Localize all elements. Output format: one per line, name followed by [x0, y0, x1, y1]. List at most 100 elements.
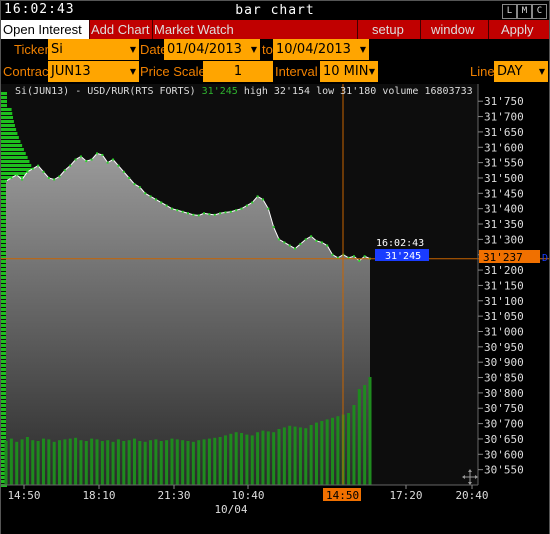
price-marker	[213, 213, 216, 216]
price-marker	[310, 235, 313, 238]
setup-button[interactable]: setup	[372, 20, 404, 39]
price-tick-label: 31'150	[484, 279, 524, 292]
volume-bar	[95, 439, 99, 485]
price-marker	[261, 198, 264, 201]
contract-select[interactable]: JUN13 ▼	[48, 61, 139, 82]
title-bar[interactable]: 16:02:43 bar chart L M C	[1, 1, 549, 20]
price-marker	[203, 212, 206, 215]
profile-bar	[1, 152, 26, 155]
profile-bar	[1, 92, 7, 95]
tab-market-watch[interactable]: Market Watch	[154, 20, 234, 39]
price-marker	[154, 198, 157, 201]
price-marker	[149, 195, 152, 198]
volume-bar	[36, 441, 40, 485]
profile-bar	[1, 148, 24, 151]
date-from-select[interactable]: 01/04/2013 ▼	[164, 39, 260, 60]
profile-bar	[1, 124, 15, 127]
price-marker	[299, 242, 302, 245]
minimize-button[interactable]: M	[517, 4, 532, 19]
contract-value: JUN13	[51, 64, 91, 79]
price-tick-label: 30'850	[484, 372, 524, 385]
volume-bar	[138, 441, 142, 485]
volume-bar	[314, 422, 318, 485]
volume-bar	[368, 377, 372, 485]
crosshair-time-label: 16:02:43	[376, 238, 424, 249]
price-marker	[69, 164, 72, 167]
profile-bar	[1, 160, 30, 163]
volume-bar	[347, 413, 351, 485]
volume-bar	[336, 416, 340, 485]
volume-bar	[256, 432, 260, 485]
window-button[interactable]: window	[431, 20, 474, 39]
last-price: 31'245	[201, 86, 238, 97]
price-tick-label: 30'600	[484, 448, 524, 461]
price-tick-label: 30'550	[484, 464, 524, 477]
price-marker	[294, 247, 297, 250]
chevron-down-icon: ▼	[129, 67, 136, 76]
volume-bar	[111, 441, 115, 485]
time-tick-label: 21:30	[157, 489, 190, 502]
price-marker	[208, 213, 211, 216]
price-marker	[219, 212, 222, 215]
price-marker	[63, 169, 66, 172]
price-marker	[74, 158, 77, 161]
price-marker	[245, 204, 248, 207]
price-marker	[31, 167, 34, 170]
volume-bar	[149, 440, 153, 485]
menu-bar: Open Interest Add Chart Market Watch set…	[1, 20, 549, 39]
price-marker	[160, 201, 163, 204]
profile-bar	[1, 100, 7, 103]
link-button[interactable]: L	[502, 4, 517, 19]
price-scale-input[interactable]: 1	[203, 61, 273, 82]
menu-divider	[488, 20, 489, 39]
symbol-label: Si(JUN13) - USD/RUR(RTS FORTS)	[15, 86, 196, 97]
price-marker	[5, 180, 7, 183]
volume-bar	[325, 419, 329, 485]
profile-bar	[1, 136, 19, 139]
volume-bar	[47, 439, 51, 485]
volume-bar	[68, 438, 72, 485]
volume-bar	[58, 440, 62, 485]
price-marker	[79, 155, 82, 158]
date-to-select[interactable]: 10/04/2013 ▼	[273, 39, 369, 60]
volume-bar	[165, 440, 169, 485]
volume-bar	[90, 438, 94, 485]
volume-bar	[293, 426, 297, 485]
ticker-select[interactable]: Si ▼	[48, 39, 139, 60]
tab-add-chart[interactable]: Add Chart	[91, 20, 150, 39]
profile-bar	[1, 144, 23, 147]
price-tick-label: 31'100	[484, 295, 524, 308]
price-marker	[197, 214, 200, 217]
price-tick-label: 31'050	[484, 310, 524, 323]
price-chart[interactable]: 31'750 31'700 31'650 31'600 31'550 31'500 31'4…	[1, 84, 549, 534]
price-marker	[251, 201, 254, 204]
tab-open-interest[interactable]: Open Interest	[1, 20, 89, 39]
profile-bar	[1, 168, 33, 171]
price-marker	[128, 176, 131, 179]
price-marker	[331, 253, 334, 256]
apply-button[interactable]: Apply	[501, 20, 534, 39]
price-tick-label: 30'900	[484, 356, 524, 369]
volume-bar	[31, 440, 35, 485]
volume-bar	[15, 441, 19, 485]
interval-select[interactable]: 10 MIN ▼	[320, 61, 378, 82]
window-title: bar chart	[235, 3, 315, 18]
volume-bar	[197, 440, 201, 485]
volume-bar	[331, 417, 335, 485]
date-to-value: 10/04/2013	[276, 42, 351, 57]
date-from-value: 01/04/2013	[167, 42, 242, 57]
price-tick-label: 31'500	[484, 172, 524, 185]
volume-bar	[4, 441, 8, 485]
price-marker	[235, 209, 238, 212]
interval-value: 10 MIN	[323, 64, 369, 79]
price-marker	[21, 178, 24, 181]
high-label: high 32'154	[243, 86, 311, 97]
volume-bar	[298, 427, 302, 485]
volume-bar	[261, 430, 265, 485]
close-button[interactable]: C	[532, 4, 547, 19]
volume-bar	[170, 438, 174, 485]
price-tick-label: 31'550	[484, 157, 524, 170]
volume-bar	[191, 441, 195, 485]
line-select[interactable]: DAY ▼	[494, 61, 548, 82]
price-marker	[10, 176, 13, 179]
